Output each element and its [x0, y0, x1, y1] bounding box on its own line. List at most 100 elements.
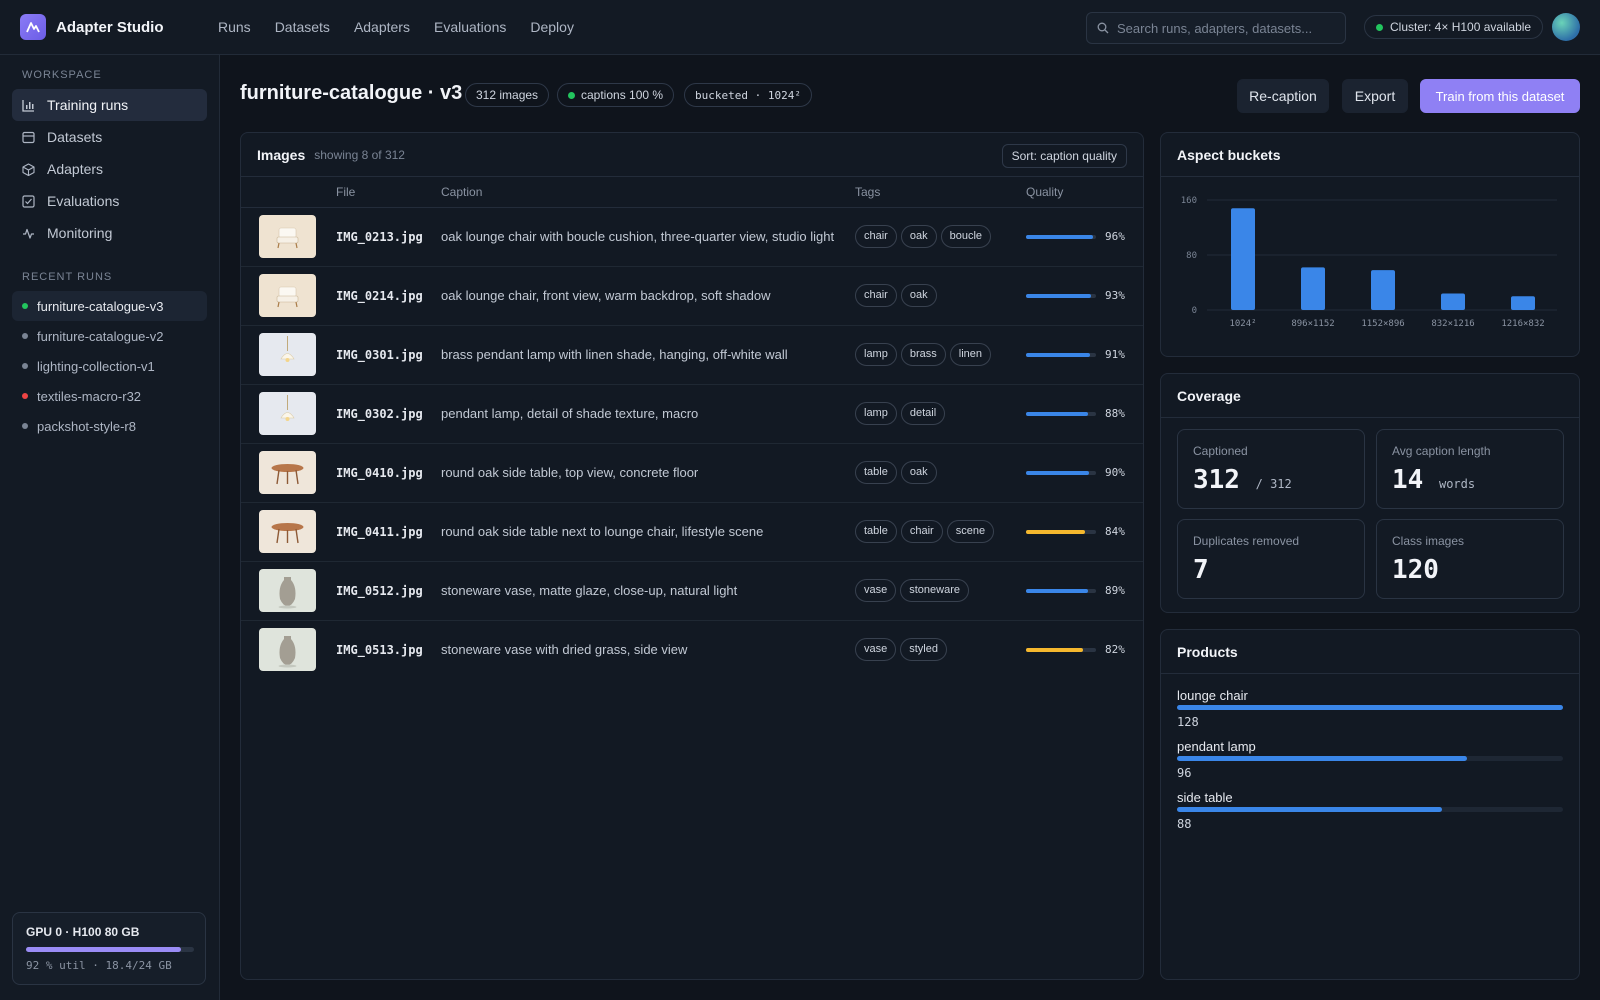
table-row[interactable]: IMG_0302.jpg pendant lamp, detail of shad…	[241, 384, 1143, 444]
file-name[interactable]: IMG_0410.jpg	[336, 443, 441, 503]
image-thumbnail[interactable]	[259, 333, 316, 376]
recent-run-item[interactable]: lighting-collection-v1	[12, 351, 207, 381]
column-header-caption[interactable]: Caption	[441, 177, 855, 208]
nav-deploy[interactable]: Deploy	[530, 19, 574, 35]
nav-datasets[interactable]: Datasets	[275, 19, 330, 35]
recent-run-item[interactable]: furniture-catalogue-v2	[12, 321, 207, 351]
bar[interactable]	[1371, 270, 1395, 310]
tag-chip[interactable]: oak	[900, 461, 937, 484]
column-header-file[interactable]: File	[336, 177, 441, 208]
column-header-quality[interactable]: Quality	[1026, 177, 1143, 208]
file-name[interactable]: IMG_0512.jpg	[336, 561, 441, 621]
tag-chip[interactable]: chair	[855, 225, 897, 248]
file-name[interactable]: IMG_0411.jpg	[336, 502, 441, 562]
product-bar-fill	[1177, 756, 1467, 761]
file-name[interactable]: IMG_0513.jpg	[336, 620, 441, 679]
tag-chip[interactable]: boucle	[940, 225, 992, 248]
table-row[interactable]: IMG_0513.jpg stoneware vase with dried gr…	[241, 620, 1143, 679]
tag-chip[interactable]: scene	[946, 520, 995, 543]
tag-chip[interactable]: oak	[900, 284, 937, 307]
avatar[interactable]	[1552, 13, 1580, 41]
tag-chip[interactable]: linen	[949, 343, 991, 366]
recent-run-item[interactable]: furniture-catalogue-v3	[12, 291, 207, 321]
nav-adapters[interactable]: Adapters	[354, 19, 410, 35]
nav-runs[interactable]: Runs	[218, 19, 251, 35]
file-name[interactable]: IMG_0214.jpg	[336, 266, 441, 326]
workspace-heading: WORKSPACE	[22, 69, 102, 81]
sidebar-item-monitoring[interactable]: Monitoring	[12, 217, 207, 249]
column-header-tags[interactable]: Tags	[855, 177, 1026, 208]
thumb-cell	[241, 443, 336, 503]
status-dot-icon	[22, 393, 28, 399]
quality-cell: 93%	[1026, 266, 1143, 326]
tags-cell: lamp brass linen	[855, 325, 1026, 385]
tag-chip[interactable]: chair	[900, 520, 943, 543]
search-input[interactable]	[1117, 20, 1337, 36]
tag-chip[interactable]: styled	[900, 638, 947, 662]
table-row[interactable]: IMG_0411.jpg round oak side table next to…	[241, 502, 1143, 562]
recaption-button[interactable]: Re-caption	[1237, 79, 1329, 113]
avg-caption-value: 14 words	[1392, 465, 1548, 495]
table-row[interactable]: IMG_0410.jpg round oak side table, top vi…	[241, 443, 1143, 503]
image-thumbnail[interactable]	[259, 215, 316, 258]
tag-chip[interactable]: table	[855, 520, 897, 543]
tag-chip[interactable]: vase	[855, 579, 897, 602]
bar[interactable]	[1511, 296, 1535, 310]
table-row[interactable]: IMG_0213.jpg oak lounge chair with boucle…	[241, 207, 1143, 267]
file-name[interactable]: IMG_0302.jpg	[336, 384, 441, 444]
bar[interactable]	[1301, 267, 1325, 310]
sort-button[interactable]: Sort: caption quality	[1001, 144, 1127, 168]
tag-chip[interactable]: brass	[900, 343, 946, 366]
table-row[interactable]: IMG_0214.jpg oak lounge chair, front view…	[241, 266, 1143, 326]
tag-chip[interactable]: detail	[900, 402, 946, 425]
product-name: pendant lamp	[1177, 739, 1256, 754]
recent-run-item[interactable]: packshot-style-r8	[12, 411, 207, 441]
brand[interactable]: Adapter Studio	[20, 14, 194, 40]
tags-cell: vase styled	[855, 620, 1026, 679]
sidebar-item-training-runs[interactable]: Training runs	[12, 89, 207, 121]
run-label: furniture-catalogue-v3	[37, 298, 164, 314]
search-box	[1086, 12, 1346, 44]
status-dot-icon	[22, 333, 28, 339]
tag-chip[interactable]: stoneware	[900, 579, 970, 602]
aspect-title: Aspect buckets	[1177, 146, 1281, 163]
status-dot-icon	[568, 91, 575, 99]
sidebar-item-evaluations[interactable]: Evaluations	[12, 185, 207, 217]
product-bar	[1177, 705, 1563, 710]
tag-chip[interactable]: lamp	[855, 402, 897, 425]
table-row[interactable]: IMG_0512.jpg stoneware vase, matte glaze,…	[241, 561, 1143, 621]
tag-chip[interactable]: table	[855, 461, 897, 484]
image-thumbnail[interactable]	[259, 628, 316, 672]
export-button[interactable]: Export	[1342, 79, 1408, 113]
image-thumbnail[interactable]	[259, 510, 316, 553]
file-name[interactable]: IMG_0301.jpg	[336, 325, 441, 385]
tag-chip[interactable]: oak	[900, 225, 937, 248]
recent-run-item[interactable]: textiles-macro-r32	[12, 381, 207, 411]
quality-fill	[1026, 647, 1084, 652]
cluster-status[interactable]: Cluster: 4× H100 available	[1364, 15, 1544, 39]
images-title: Images	[257, 146, 306, 163]
tag-chip[interactable]: vase	[855, 638, 897, 662]
table-row[interactable]: IMG_0301.jpg brass pendant lamp with line…	[241, 325, 1143, 385]
bar[interactable]	[1441, 293, 1465, 311]
bar[interactable]	[1231, 208, 1255, 310]
product-name: side table	[1177, 790, 1233, 805]
sidebar-item-datasets[interactable]: Datasets	[12, 121, 207, 153]
train-button[interactable]: Train from this dataset	[1420, 79, 1580, 113]
image-thumbnail[interactable]	[259, 451, 316, 494]
nav-evaluations[interactable]: Evaluations	[434, 19, 506, 35]
status-dot-icon	[1376, 23, 1383, 31]
run-label: furniture-catalogue-v2	[37, 328, 164, 344]
status-dot-icon	[22, 423, 28, 429]
image-thumbnail[interactable]	[259, 569, 316, 612]
quality-value: 89%	[1105, 584, 1125, 597]
tag-chip[interactable]: chair	[855, 284, 897, 307]
images-count-badge: 312 images	[465, 83, 550, 107]
sidebar-item-adapters[interactable]: Adapters	[12, 153, 207, 185]
file-name[interactable]: IMG_0213.jpg	[336, 207, 441, 267]
tag-chip[interactable]: lamp	[855, 343, 897, 366]
image-thumbnail[interactable]	[259, 274, 316, 317]
x-tick-label: 1024²	[1229, 319, 1256, 329]
image-thumbnail[interactable]	[259, 392, 316, 435]
y-tick-label: 80	[1186, 251, 1197, 261]
